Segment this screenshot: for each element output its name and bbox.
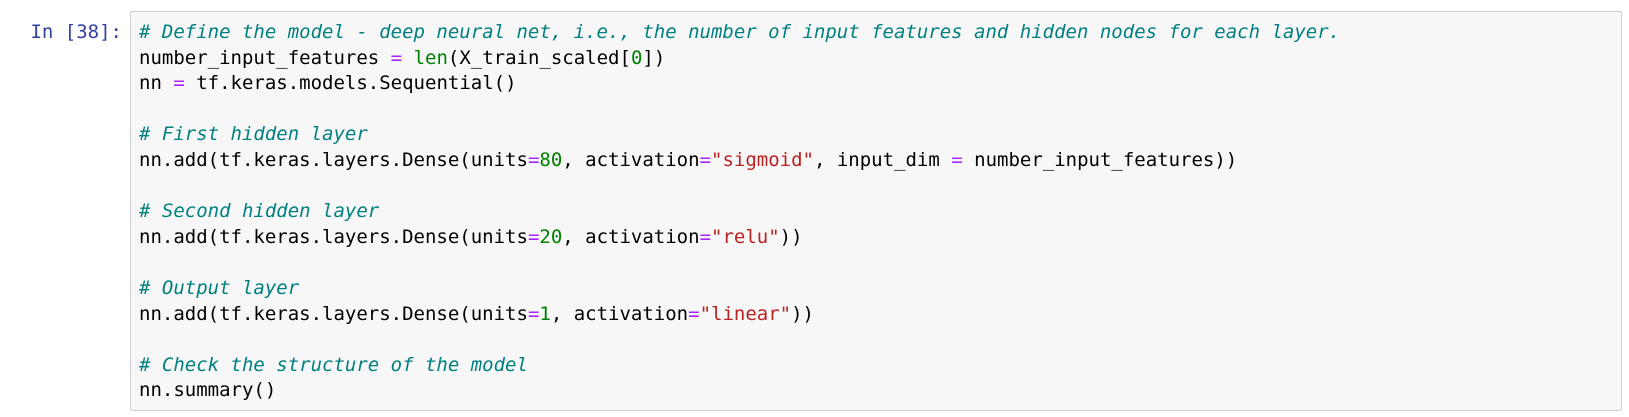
code-editor[interactable]: # Define the model - deep neural net, i.… xyxy=(139,20,1340,404)
code-text: nn.add(tf.keras.layers.Dense(units xyxy=(139,148,528,171)
code-comment: # Output layer xyxy=(139,276,300,299)
code-operator: = xyxy=(173,72,185,95)
input-prompt: In [38]: xyxy=(30,21,122,43)
code-operator: = xyxy=(688,302,700,325)
code-comment: # Define the model - deep neural net, i.… xyxy=(139,21,1341,43)
code-line: # Define the model - deep neural net, i.… xyxy=(139,20,1340,46)
code-text: nn.add(tf.keras.layers.Dense(units xyxy=(139,225,528,248)
code-line: # Check the structure of the model xyxy=(139,353,1340,379)
code-text: ]) xyxy=(642,46,666,69)
code-operator: = xyxy=(951,148,963,171)
code-line: # Second hidden layer xyxy=(139,199,1340,225)
code-number: 80 xyxy=(539,148,563,171)
code-comment: # Check the structure of the model xyxy=(139,353,528,376)
code-text: )) xyxy=(791,302,814,325)
code-text: number_input_features xyxy=(139,46,391,69)
code-number: 0 xyxy=(630,46,643,69)
code-line: nn.summary() xyxy=(139,378,1340,404)
code-text: , input_dim xyxy=(813,148,952,171)
code-comment: # First hidden layer xyxy=(139,123,368,146)
code-line: # First hidden layer xyxy=(139,122,1340,148)
code-number: 1 xyxy=(539,302,551,325)
code-line: nn.add(tf.keras.layers.Dense(units=1, ac… xyxy=(139,302,1340,328)
code-text: nn.add(tf.keras.layers.Dense(units xyxy=(139,302,528,325)
code-operator: = xyxy=(699,225,712,248)
code-text: nn.summary() xyxy=(139,379,277,402)
code-line: # Output layer xyxy=(139,276,1340,302)
code-text: , activation xyxy=(562,225,700,248)
code-number: 20 xyxy=(539,225,563,248)
code-text: )) xyxy=(779,225,803,248)
code-text: (X_train_scaled[ xyxy=(447,46,631,69)
code-text: nn xyxy=(139,72,174,95)
code-text: , activation xyxy=(550,302,689,325)
code-line: number_input_features = len(X_train_scal… xyxy=(139,46,1340,72)
code-line: nn = tf.keras.models.Sequential() xyxy=(139,71,1340,97)
code-string: "relu" xyxy=(711,225,780,248)
code-operator: = xyxy=(699,148,712,171)
code-text: , activation xyxy=(562,148,700,171)
code-comment: # Second hidden layer xyxy=(139,200,380,223)
code-string: "sigmoid" xyxy=(711,148,814,171)
code-operator: = xyxy=(527,302,540,325)
code-operator: = xyxy=(527,225,540,248)
code-operator: = xyxy=(390,46,403,69)
code-operator: = xyxy=(527,148,540,171)
code-string: "linear" xyxy=(699,302,792,325)
code-text: number_input_features)) xyxy=(962,148,1238,171)
code-line: nn.add(tf.keras.layers.Dense(units=20, a… xyxy=(139,225,1340,251)
code-builtin: len xyxy=(413,46,448,69)
code-cell[interactable]: # Define the model - deep neural net, i.… xyxy=(130,11,1622,411)
code-text: tf.keras.models.Sequential() xyxy=(184,72,517,95)
code-line: nn.add(tf.keras.layers.Dense(units=80, a… xyxy=(139,148,1340,174)
